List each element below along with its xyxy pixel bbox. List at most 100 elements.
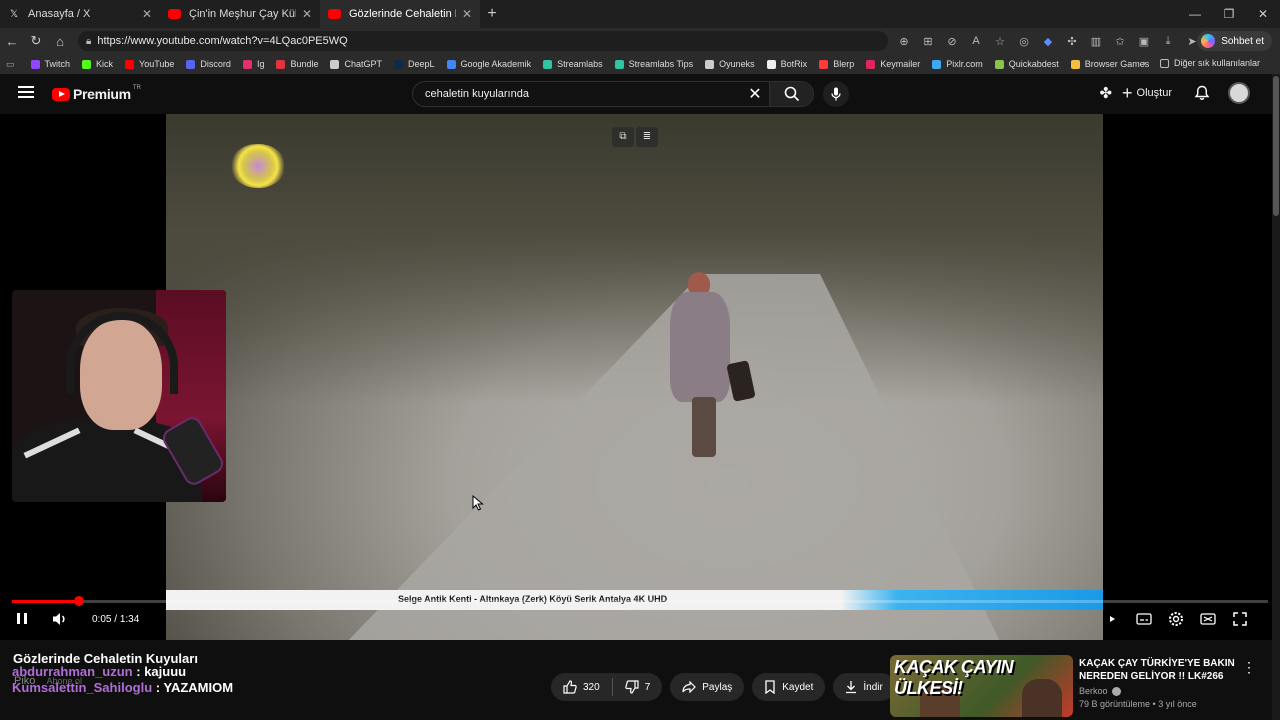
close-tab-icon[interactable]: ✕	[142, 7, 152, 21]
dislike-button[interactable]: 7	[613, 680, 663, 694]
player-controls-right	[1096, 611, 1256, 627]
like-count: 320	[583, 681, 600, 693]
close-window-icon[interactable]: ✕	[1246, 0, 1280, 28]
bookmark-item[interactable]: Discord	[186, 59, 231, 69]
home-icon[interactable]: ⌂	[48, 34, 72, 49]
account-avatar[interactable]	[1228, 82, 1250, 104]
progress-bar[interactable]	[12, 596, 1268, 606]
bookmark-item[interactable]: Kick	[82, 59, 113, 69]
hamburger-menu-icon[interactable]	[18, 86, 34, 101]
back-icon[interactable]: ←	[0, 34, 24, 49]
copilot-icon	[1201, 34, 1216, 48]
extension-puzzle-icon[interactable]: ✤	[1099, 84, 1112, 102]
bookmark-item[interactable]: YouTube	[125, 59, 174, 69]
bookmark-item[interactable]: BotRix	[766, 59, 808, 69]
volume-icon[interactable]	[52, 612, 68, 626]
browser-tab[interactable]: 𝕏 Anasayfa / X ✕	[0, 0, 160, 28]
minimize-icon[interactable]: —	[1178, 0, 1212, 28]
clear-search-icon[interactable]: ✕	[741, 84, 769, 104]
games-icon[interactable]: ◎	[1012, 35, 1036, 48]
bookmark-favicon-icon	[1070, 59, 1080, 69]
voice-search-button[interactable]	[823, 81, 849, 107]
share-button[interactable]: Paylaş	[670, 673, 745, 701]
youtube-logo[interactable]: Premium TR	[52, 85, 141, 102]
bookmark-item[interactable]: ChatGPT	[330, 59, 382, 69]
tracking-icon[interactable]: ⊘	[940, 35, 964, 48]
search-button[interactable]	[769, 82, 813, 106]
copilot-chat-button[interactable]: Sohbet et	[1197, 31, 1272, 51]
notes-icon[interactable]: ≣	[636, 127, 658, 147]
translate-icon[interactable]: ⊕	[892, 35, 916, 48]
video-frame[interactable]: ⧉ ≣ Selge Antik Kenti - Altınkaya (Zerk)…	[166, 114, 1103, 640]
video-player[interactable]: ⧉ ≣ Selge Antik Kenti - Altınkaya (Zerk)…	[0, 114, 1280, 640]
bookmark-item[interactable]: Blerp	[819, 59, 854, 69]
read-aloud-icon[interactable]: A	[964, 35, 988, 47]
bookmark-item[interactable]: Ig	[242, 59, 264, 69]
bookmark-label: Streamlabs Tips	[628, 59, 694, 69]
subtitles-button[interactable]	[1128, 613, 1160, 625]
browser-tab[interactable]: Çin'in Meşhur Çay Kültürü - Çin'de ✕	[160, 0, 320, 28]
autoplay-toggle[interactable]	[1096, 614, 1128, 624]
bookmark-item[interactable]: Quickabdest	[994, 59, 1059, 69]
bookmark-item[interactable]: DeepL	[394, 59, 435, 69]
like-button[interactable]: 320	[551, 680, 612, 694]
bookmark-label: BotRix	[780, 59, 808, 69]
notifications-bell-icon[interactable]	[1194, 85, 1210, 101]
bookmark-label: YouTube	[139, 59, 175, 69]
bookmark-item[interactable]: Streamlabs	[543, 59, 603, 69]
chevron-right-icon[interactable]: ›	[1143, 58, 1146, 68]
page-scrollbar[interactable]	[1272, 74, 1280, 720]
download-label: İndir	[863, 681, 883, 693]
download-button[interactable]: İndir	[833, 673, 895, 701]
search-box[interactable]: cehaletin kuyularında ✕	[412, 81, 814, 107]
favorite-star-icon[interactable]: ☆	[988, 35, 1012, 48]
search-icon	[784, 86, 799, 102]
new-tab-button[interactable]: +	[480, 5, 504, 23]
miniplayer-button[interactable]	[1192, 613, 1224, 625]
other-bookmarks[interactable]: › Diğer sık kullanılanlar	[1143, 58, 1260, 68]
fullscreen-icon	[1233, 612, 1247, 626]
recommended-video[interactable]: KAÇAK ÇAYIN ÜLKESİ! KAÇAK ÇAY TÜRKİYE'YE…	[890, 655, 1270, 717]
progress-scrubber[interactable]	[73, 596, 84, 606]
recommended-thumbnail[interactable]: KAÇAK ÇAYIN ÜLKESİ!	[890, 655, 1073, 717]
bookmark-folder-icon[interactable]: ▭	[6, 59, 15, 70]
puzzle-icon[interactable]: ✣	[1060, 35, 1084, 48]
bookmark-favicon-icon	[82, 59, 92, 69]
bookmark-favicon-icon	[30, 59, 40, 69]
favorites-icon[interactable]: ✩	[1108, 35, 1132, 48]
pause-button[interactable]	[16, 612, 30, 626]
bookmark-favicon-icon	[766, 59, 776, 69]
bookmark-item[interactable]: Browser Games	[1070, 59, 1149, 69]
bookmark-item[interactable]: Bundle	[276, 59, 318, 69]
bookmark-item[interactable]: Google Akademik	[446, 59, 531, 69]
reload-icon[interactable]: ↻	[24, 33, 48, 49]
search-input[interactable]: cehaletin kuyularında	[413, 88, 741, 100]
chat-message: abdurrahman_uzun : kajuuu	[12, 664, 187, 679]
x-logo-icon: 𝕏	[9, 8, 19, 20]
recommended-title[interactable]: KAÇAK ÇAY TÜRKİYE'YE BAKIN NEREDEN GELİY…	[1079, 657, 1239, 683]
split-screen-icon[interactable]: ▥	[1084, 35, 1108, 48]
bookmark-item[interactable]: Keymailer	[866, 59, 920, 69]
save-button[interactable]: Kaydet	[752, 673, 826, 701]
bookmark-item[interactable]: Twitch	[30, 59, 70, 69]
thumbnail-text: KAÇAK ÇAYIN ÜLKESİ!	[894, 657, 1014, 698]
bookmark-item[interactable]: Oyuneks	[705, 59, 755, 69]
settings-button[interactable]	[1160, 611, 1192, 627]
bookmark-item[interactable]: Streamlabs Tips	[614, 59, 694, 69]
more-vertical-icon[interactable]: ⋮	[1242, 659, 1256, 676]
collections-icon[interactable]: ▣	[1132, 35, 1156, 48]
bookmark-item[interactable]: Pixlr.com	[932, 59, 983, 69]
app-icon[interactable]: ⊞	[916, 35, 940, 48]
create-button[interactable]: + Oluştur	[1122, 83, 1172, 104]
bookmark-favicon-icon	[994, 59, 1004, 69]
download-icon[interactable]: ⤓	[1156, 35, 1180, 48]
close-tab-icon[interactable]: ✕	[302, 7, 312, 21]
maximize-icon[interactable]: ❐	[1212, 0, 1246, 28]
browser-tab-active[interactable]: Gözlerinde Cehaletin Kuyuları ✕	[320, 0, 480, 28]
close-tab-icon[interactable]: ✕	[462, 7, 472, 21]
fullscreen-button[interactable]	[1224, 612, 1256, 626]
recommended-channel[interactable]: Berkoo	[1079, 686, 1121, 696]
extension-icon[interactable]: ◆	[1036, 35, 1060, 48]
url-field[interactable]: 🔒︎ https://www.youtube.com/watch?v=4LQac…	[78, 31, 888, 51]
pip-icon[interactable]: ⧉	[612, 127, 634, 147]
